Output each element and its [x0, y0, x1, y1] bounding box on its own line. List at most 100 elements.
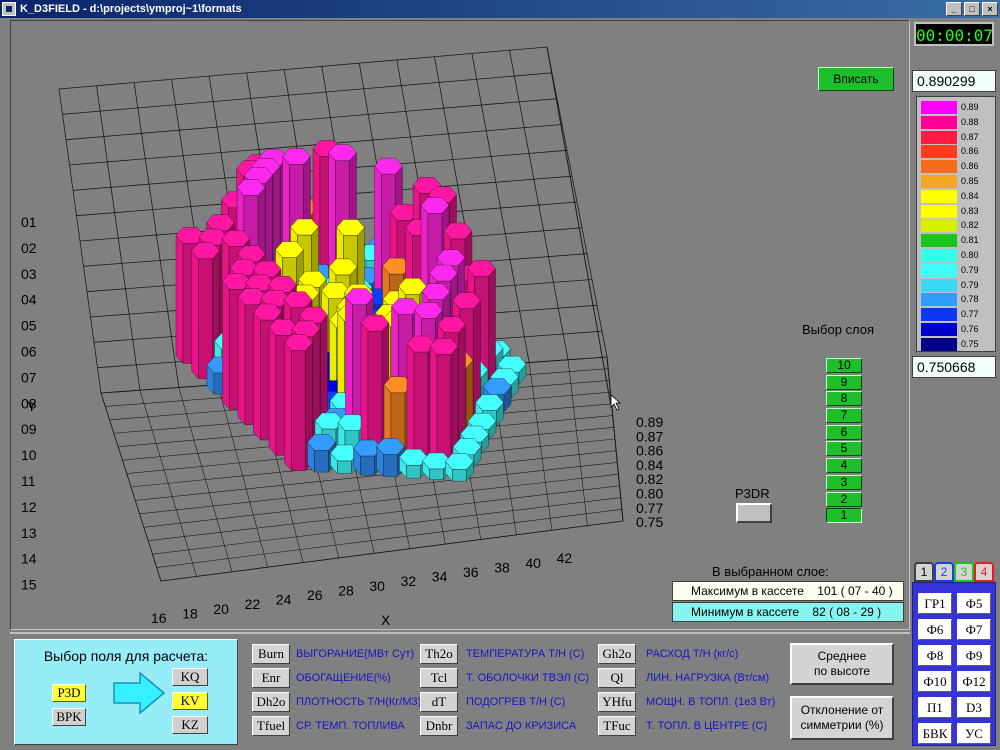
average-by-height-button[interactable]: Среднее по высоте: [790, 643, 894, 685]
kq-button[interactable]: KQ: [172, 668, 208, 686]
legend-swatch: [921, 145, 957, 159]
field-label-tfuc: Т. ТОПЛ. В ЦЕНТРЕ (С): [646, 720, 768, 732]
tab-button-7[interactable]: Ф10: [918, 671, 952, 692]
y-tick-label: 03: [21, 266, 37, 282]
y-tick-label: 12: [21, 499, 37, 515]
field-button-burn[interactable]: Burn: [252, 644, 290, 664]
legend-label: 0.79: [961, 279, 979, 290]
tab-4[interactable]: 4: [974, 562, 994, 582]
layer-button-4[interactable]: 4: [826, 458, 862, 474]
tab-2[interactable]: 2: [934, 562, 954, 582]
symmetry-deviation-button[interactable]: Отклонение от симметрии (%): [790, 696, 894, 740]
p3dr-button[interactable]: [736, 503, 772, 523]
legend-label: 0.85: [961, 176, 979, 186]
field-label-dt: ПОДОГРЕВ Т/Н (С): [466, 696, 566, 708]
legend-swatch: [921, 101, 957, 114]
legend-row: 0.86: [917, 145, 997, 159]
tab-button-11[interactable]: БВК: [918, 723, 952, 744]
field-button-enr[interactable]: Enr: [252, 668, 290, 688]
kz-button[interactable]: KZ: [172, 716, 208, 734]
scale-min-value: 0.750668: [912, 356, 996, 378]
x-tick-label: 26: [307, 587, 323, 603]
tab-button-10[interactable]: D3: [957, 697, 991, 718]
legend-row: 0.86: [917, 160, 997, 174]
field-button-ql[interactable]: Ql: [598, 668, 636, 688]
legend-label: 0.82: [961, 220, 979, 231]
legend-swatch: [921, 263, 957, 277]
tab-button-6[interactable]: Ф9: [957, 645, 991, 666]
fit-button[interactable]: Вписать: [818, 67, 894, 91]
field-button-tcl[interactable]: Tcl: [420, 668, 458, 688]
maximize-button[interactable]: □: [964, 2, 980, 16]
layer-button-2[interactable]: 2: [826, 491, 862, 507]
legend-swatch: [921, 160, 957, 174]
tab-button-3[interactable]: Ф6: [918, 619, 952, 640]
minimize-button[interactable]: _: [946, 2, 962, 16]
legend-row: 0.79: [917, 263, 997, 277]
field-button-tfuel[interactable]: Tfuel: [252, 716, 290, 736]
legend-swatch: [921, 337, 957, 351]
tab-button-2[interactable]: Ф5: [957, 593, 991, 614]
legend-row: 0.76: [917, 323, 997, 336]
legend-row: 0.82: [917, 219, 997, 233]
z-tick-label: 0.75: [636, 514, 663, 530]
tab-3[interactable]: 3: [954, 562, 974, 582]
legend-row: 0.77: [917, 308, 997, 322]
app-icon[interactable]: [2, 2, 16, 16]
field-button-gh2o[interactable]: Gh2o: [598, 644, 636, 664]
max-in-cassette: Максимум в кассете 101 ( 07 - 40 ): [672, 581, 904, 601]
legend-label: 0.77: [961, 309, 979, 320]
legend-swatch: [921, 130, 957, 144]
layer-button-7[interactable]: 7: [826, 408, 862, 424]
field-label-ql: ЛИН. НАГРУЗКА (Вт/см): [646, 672, 770, 684]
tab-button-8[interactable]: Ф12: [957, 671, 991, 692]
field-label-th2o: ТЕМПЕРАТУРА Т/Н (С): [466, 648, 585, 660]
legend-swatch: [921, 219, 957, 233]
y-tick-label: 05: [21, 318, 37, 334]
p3d-button[interactable]: P3D: [52, 684, 86, 702]
legend-row: 0.80: [917, 249, 997, 262]
tab-button-12[interactable]: УС: [957, 723, 991, 744]
layer-button-9[interactable]: 9: [826, 374, 862, 390]
bpk-button[interactable]: BPK: [52, 708, 86, 726]
layer-button-3[interactable]: 3: [826, 474, 862, 490]
field-button-th2o[interactable]: Th2o: [420, 644, 458, 664]
layer-button-10[interactable]: 10: [826, 358, 862, 373]
legend-swatch: [921, 115, 957, 129]
field-select-caption: Выбор поля для расчета:: [43, 648, 209, 664]
legend-swatch: [921, 323, 957, 336]
average-by-height-label: Среднее по высоте: [813, 649, 871, 678]
close-button[interactable]: ×: [982, 2, 998, 16]
layer-button-8[interactable]: 8: [826, 391, 862, 407]
field-button-tfuc[interactable]: TFuc: [598, 716, 636, 736]
y-tick-label: 07: [21, 369, 37, 385]
y-axis-label: Y: [27, 398, 37, 414]
tab-button-5[interactable]: Ф8: [918, 645, 952, 666]
legend-label: 0.83: [961, 205, 979, 216]
legend-swatch: [921, 278, 957, 292]
tab-button-4[interactable]: Ф7: [957, 619, 991, 640]
layer-button-1[interactable]: 1: [826, 508, 862, 524]
tab-1[interactable]: 1: [914, 562, 934, 582]
max-label: Максимум в кассете: [691, 584, 804, 598]
layer-button-5[interactable]: 5: [826, 441, 862, 457]
legend-row: 0.87: [917, 130, 997, 144]
field-label-tcl: Т. ОБОЛОЧКИ ТВЭЛ (С): [466, 672, 590, 684]
plot-bars: [175, 140, 527, 482]
max-value: 101 ( 07 - 40 ): [817, 584, 893, 598]
field-button-dt[interactable]: dT: [420, 692, 458, 712]
arrow-right-icon: [113, 671, 166, 715]
plot-3d-canvas[interactable]: 01020304050607080910111213141516 18 20 22 24…: [11, 21, 910, 630]
y-tick-label: 14: [21, 551, 37, 567]
layer-button-6[interactable]: 6: [826, 424, 862, 440]
field-label-dh2o: ПЛОТНОСТЬ Т/Н(Кг/М3): [296, 696, 422, 708]
color-legend: 0.89 0.88 0.87 0.86 0.86 0.85 0.84 0.83 0.82 0.81…: [916, 96, 996, 352]
field-button-yhfu[interactable]: YHfu: [598, 692, 636, 712]
field-label-tfuel: СР. ТЕМП. ТОПЛИВА: [296, 720, 405, 732]
field-button-dnbr[interactable]: Dnbr: [420, 716, 458, 736]
plot-3d-view[interactable]: 01 02 03 04 05 06 07 08 09 10 11 12 13 14 15 16 18 20 22 24…: [10, 20, 910, 630]
field-button-dh2o[interactable]: Dh2o: [252, 692, 290, 712]
kv-button[interactable]: KV: [172, 692, 208, 710]
tab-button-9[interactable]: П1: [918, 697, 952, 718]
tab-button-1[interactable]: ГР1: [918, 593, 952, 614]
